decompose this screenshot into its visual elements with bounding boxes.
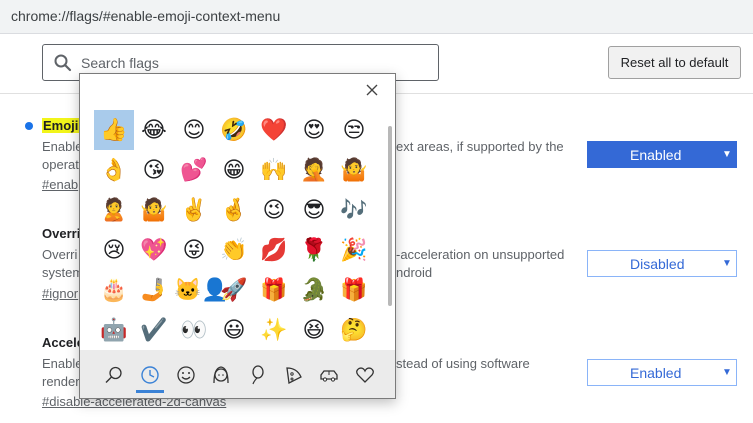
emoji-cell[interactable]: 🤣 xyxy=(214,110,254,150)
emoji-cell[interactable]: 🙎 xyxy=(94,190,134,230)
scrollbar[interactable] xyxy=(388,126,392,306)
emoji-cell[interactable]: ✨ xyxy=(254,310,294,350)
flag-description-right: stead of using software xyxy=(396,356,530,371)
flag-state-select[interactable]: Enabled xyxy=(587,141,737,168)
emoji-cell[interactable]: 😜 xyxy=(174,230,214,270)
flag-description-right: -acceleration on unsupported xyxy=(396,247,565,262)
reset-all-button[interactable]: Reset all to default xyxy=(608,46,741,79)
emoji-cell[interactable]: 🤷 xyxy=(334,150,374,190)
flag-state-select[interactable]: Enabled xyxy=(587,359,737,386)
emoji-cell[interactable]: 😊 xyxy=(174,110,214,150)
emoji-cell[interactable]: 😃 xyxy=(214,310,254,350)
emoji-cell[interactable]: 😉 xyxy=(254,190,294,230)
emoji-cell[interactable]: 🐊 xyxy=(294,270,334,310)
emoji-cell[interactable]: 😁 xyxy=(214,150,254,190)
emoji-cell[interactable]: 💕 xyxy=(174,150,214,190)
emoji-cell[interactable]: 🤦 xyxy=(294,150,334,190)
emoji-cell[interactable]: 😆 xyxy=(294,310,334,350)
active-category-indicator xyxy=(136,390,164,393)
emoji-cell[interactable]: 👌 xyxy=(94,150,134,190)
emoji-cell[interactable]: 👏 xyxy=(214,230,254,270)
car-icon[interactable] xyxy=(312,358,346,392)
address-bar[interactable]: chrome://flags/#enable-emoji-context-men… xyxy=(0,0,753,34)
emoji-cell[interactable]: 💖 xyxy=(134,230,174,270)
balloon-icon[interactable] xyxy=(240,358,274,392)
heart-icon[interactable] xyxy=(348,358,382,392)
emoji-cell[interactable]: ✔️ xyxy=(134,310,174,350)
emoji-cell[interactable]: 🤳 xyxy=(134,270,174,310)
emoji-cell[interactable]: 😒 xyxy=(334,110,374,150)
flag-description-2-right: ndroid xyxy=(396,265,433,280)
recent-icon[interactable] xyxy=(133,358,167,393)
emoji-picker: 👍 😂 😊 🤣 ❤️ 😍 😒 👌 😘 💕 😁 🙌 🤦 🤷 🙎 🤷 ✌️ 🤞 😉 😎 🎶 😢 💖 😜 👏 💋 🌹 🎉 🎂 🤳 🐱‍👤 🚀 🎁 🐊 🎁 🤖… xyxy=(79,73,396,399)
emoji-cell[interactable]: 🌹 xyxy=(294,230,334,270)
flag-anchor-link[interactable]: #enab xyxy=(42,177,78,192)
search-input[interactable] xyxy=(79,51,423,75)
emoji-cell[interactable]: 🎁 xyxy=(254,270,294,310)
emoji-cell[interactable]: 🐱‍👤 xyxy=(174,270,229,310)
emoji-cell[interactable]: 😍 xyxy=(294,110,334,150)
emoji-cell[interactable]: 😘 xyxy=(134,150,174,190)
emoji-cell[interactable]: 🎉 xyxy=(334,230,374,270)
flag-description-right: ext areas, if supported by the xyxy=(396,139,564,154)
search-icon xyxy=(53,53,73,78)
emoji-cell[interactable]: 👍 xyxy=(94,110,134,150)
flag-anchor-link[interactable]: #ignor xyxy=(42,286,78,301)
emoji-cell[interactable]: 🤷 xyxy=(134,190,174,230)
emoji-cell[interactable]: 😂 xyxy=(134,110,174,150)
emoji-cell[interactable]: 🤞 xyxy=(214,190,254,230)
emoji-grid: 👍 😂 😊 🤣 ❤️ 😍 😒 👌 😘 💕 😁 🙌 🤦 🤷 🙎 🤷 ✌️ 🤞 😉 😎 🎶 😢 💖 😜 👏 💋 🌹 🎉 🎂 🤳 🐱‍👤 🚀 🎁 🐊 🎁 🤖… xyxy=(94,110,374,350)
emoji-cell[interactable]: 🎁 xyxy=(334,270,374,310)
emoji-cell[interactable]: 💋 xyxy=(254,230,294,270)
flag-state-select[interactable]: Disabled xyxy=(587,250,737,277)
emoji-cell[interactable]: ❤️ xyxy=(254,110,294,150)
url-text[interactable]: chrome://flags/#enable-emoji-context-men… xyxy=(11,8,280,24)
emoji-cell[interactable]: ✌️ xyxy=(174,190,214,230)
emoji-cell[interactable]: 🎶 xyxy=(334,190,374,230)
close-icon[interactable] xyxy=(365,83,379,97)
flag-title: Emoji xyxy=(42,118,80,133)
modified-indicator xyxy=(25,122,33,130)
emoji-cell[interactable]: 😎 xyxy=(294,190,334,230)
people-icon[interactable] xyxy=(204,358,238,392)
emoji-cell[interactable]: 👀 xyxy=(174,310,214,350)
pizza-icon[interactable] xyxy=(276,358,310,392)
emoji-cell[interactable]: 😢 xyxy=(94,230,134,270)
emoji-cell[interactable]: 🙌 xyxy=(254,150,294,190)
emoji-cell[interactable]: 🚀 xyxy=(214,270,254,310)
smiley-icon[interactable] xyxy=(169,358,203,392)
search-icon[interactable] xyxy=(97,358,131,392)
emoji-cell[interactable]: 🤖 xyxy=(94,310,134,350)
emoji-cell[interactable]: 🎂 xyxy=(94,270,134,310)
emoji-cell[interactable]: 🤔 xyxy=(334,310,374,350)
emoji-category-bar xyxy=(80,350,395,398)
